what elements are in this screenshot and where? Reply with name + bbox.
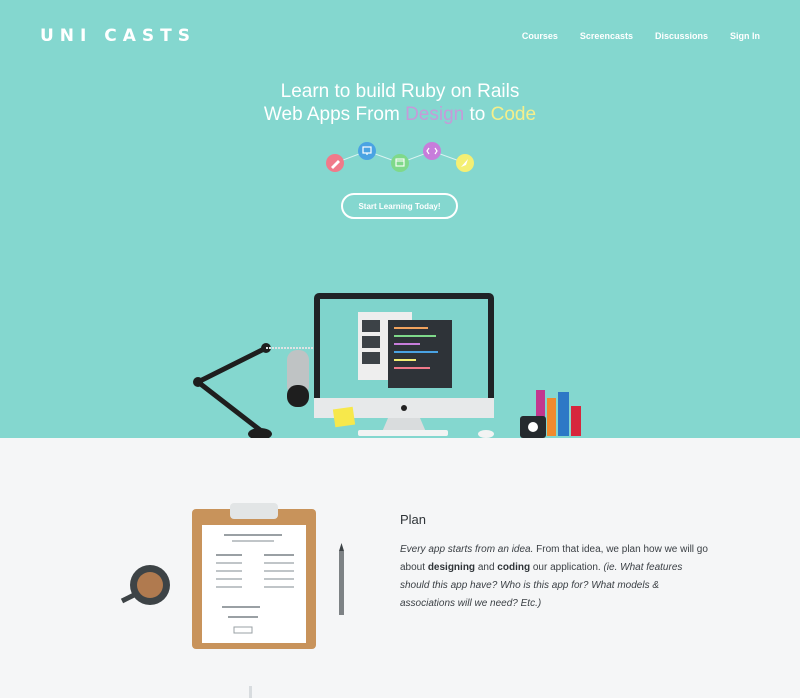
mouse-icon — [478, 430, 494, 438]
plan-heading: Plan — [400, 512, 427, 527]
browser-icon — [391, 154, 409, 172]
logo-text: UNI CASTS — [40, 26, 196, 46]
headline-mid: to — [464, 104, 491, 125]
pencil-icon — [326, 154, 344, 172]
plan-body-text: and — [475, 562, 498, 573]
desk-illustration — [193, 293, 581, 438]
top-nav: Courses Screencasts Discussions Sign In — [522, 31, 760, 41]
rocket-icon — [456, 154, 474, 172]
plan-body-text: our application. — [530, 562, 604, 573]
plan-illustration — [120, 503, 344, 649]
plan-description: Every app starts from an idea. From that… — [400, 541, 710, 613]
process-steps — [326, 142, 474, 172]
nav-item-discussions[interactable]: Discussions — [655, 31, 708, 41]
unicasts-logo[interactable]: UNI CASTS — [40, 26, 196, 46]
plan-body-bold-coding: coding — [497, 562, 531, 573]
keyboard-icon — [358, 430, 448, 436]
headline-design-word: Design — [405, 104, 465, 125]
headline-text: Learn to build Ruby on Rails — [280, 81, 520, 102]
mug-icon — [520, 416, 546, 438]
code-icon — [423, 142, 441, 160]
hero-headline-line2: Web Apps From Design to Code — [0, 103, 800, 127]
nav-item-courses[interactable]: Courses — [522, 31, 558, 41]
nav-item-screencasts[interactable]: Screencasts — [580, 31, 633, 41]
plan-body-bold-designing: designing — [427, 562, 476, 573]
hero-section: UNI CASTS Courses Screencasts Discussion… — [0, 0, 800, 438]
monitor-icon — [358, 142, 376, 160]
nav-item-sign-in[interactable]: Sign In — [730, 31, 760, 41]
sticky-note-icon — [332, 406, 356, 428]
hero-headline-line1: Learn to build Ruby on Rails — [0, 80, 800, 104]
section-connector-line — [249, 686, 252, 698]
desk-lamp-icon — [193, 343, 318, 438]
plan-body-intro: Every app starts from an idea. — [400, 544, 534, 555]
clipboard-icon — [192, 503, 316, 649]
start-learning-button[interactable]: Start Learning Today! — [341, 193, 458, 219]
headline-prefix: Web Apps From — [263, 104, 406, 125]
headline-code-word: Code — [490, 104, 537, 125]
coffee-mug-icon — [120, 565, 170, 605]
pencil-icon — [339, 543, 344, 615]
